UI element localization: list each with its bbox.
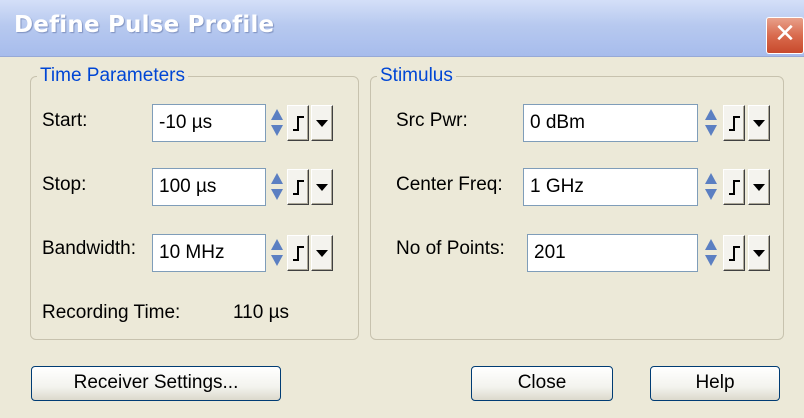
close-button[interactable]: Close (471, 366, 613, 401)
title-bar[interactable]: Define Pulse Profile ✕ (0, 0, 804, 57)
spin-down-icon[interactable] (271, 125, 283, 136)
step-icon (729, 116, 740, 131)
bandwidth-dropdown-button[interactable] (311, 235, 333, 271)
points-dropdown-button[interactable] (748, 235, 770, 271)
spin-up-icon[interactable] (271, 109, 283, 120)
center-freq-field[interactable]: 1 GHz (523, 168, 698, 206)
time-parameters-legend: Time Parameters (37, 65, 188, 87)
dropdown-arrow-icon (753, 250, 765, 257)
start-spinner[interactable] (270, 104, 284, 142)
receiver-settings-button[interactable]: Receiver Settings... (31, 366, 281, 401)
src-pwr-dropdown-button[interactable] (748, 105, 770, 141)
src-pwr-label: Src Pwr: (396, 110, 468, 131)
stop-field[interactable]: 100 µs (152, 168, 266, 206)
spin-up-icon[interactable] (271, 239, 283, 250)
bandwidth-spinner[interactable] (270, 234, 284, 272)
dropdown-arrow-icon (753, 184, 765, 191)
start-dropdown-button[interactable] (311, 105, 333, 141)
dialog-title: Define Pulse Profile (14, 12, 275, 38)
stop-label: Stop: (42, 174, 87, 195)
spin-up-icon[interactable] (705, 239, 717, 250)
center-freq-spinner[interactable] (704, 168, 718, 206)
step-icon (729, 246, 740, 261)
spin-down-icon[interactable] (271, 255, 283, 266)
dropdown-arrow-icon (316, 184, 328, 191)
help-button[interactable]: Help (650, 366, 780, 401)
spin-down-icon[interactable] (705, 255, 717, 266)
src-pwr-step-button[interactable] (723, 105, 745, 141)
recording-time-label: Recording Time: (42, 302, 181, 323)
close-icon[interactable]: ✕ (766, 17, 804, 54)
stop-step-button[interactable] (287, 169, 309, 205)
step-icon (729, 180, 740, 195)
spin-up-icon[interactable] (271, 173, 283, 184)
start-label: Start: (42, 110, 88, 131)
points-label: No of Points: (396, 238, 505, 259)
stop-dropdown-button[interactable] (311, 169, 333, 205)
points-spinner[interactable] (704, 234, 718, 272)
bandwidth-step-button[interactable] (287, 235, 309, 271)
step-icon (293, 180, 304, 195)
center-freq-dropdown-button[interactable] (748, 169, 770, 205)
points-step-button[interactable] (723, 235, 745, 271)
dropdown-arrow-icon (316, 120, 328, 127)
start-step-button[interactable] (287, 105, 309, 141)
spin-up-icon[interactable] (705, 173, 717, 184)
src-pwr-spinner[interactable] (704, 104, 718, 142)
spin-down-icon[interactable] (705, 189, 717, 200)
points-field[interactable]: 201 (527, 234, 698, 272)
spin-down-icon[interactable] (271, 189, 283, 200)
bandwidth-field[interactable]: 10 MHz (152, 234, 266, 272)
center-freq-step-button[interactable] (723, 169, 745, 205)
step-icon (293, 116, 304, 131)
dropdown-arrow-icon (316, 250, 328, 257)
spin-up-icon[interactable] (705, 109, 717, 120)
spin-down-icon[interactable] (705, 125, 717, 136)
step-icon (293, 246, 304, 261)
center-freq-label: Center Freq: (396, 174, 503, 195)
recording-time-value: 110 µs (233, 302, 290, 323)
src-pwr-field[interactable]: 0 dBm (523, 104, 698, 142)
bandwidth-label: Bandwidth: (42, 238, 137, 259)
start-field[interactable]: -10 µs (152, 104, 266, 142)
stimulus-legend: Stimulus (377, 65, 456, 87)
dropdown-arrow-icon (753, 120, 765, 127)
stop-spinner[interactable] (270, 168, 284, 206)
